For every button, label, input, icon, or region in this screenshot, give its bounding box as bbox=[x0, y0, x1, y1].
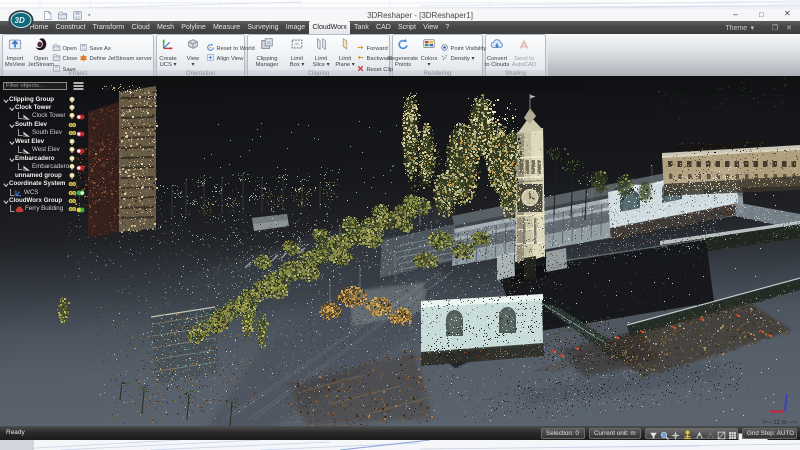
svg-text:⊢– 12 m –⊣: ⊢– 12 m –⊣ bbox=[763, 419, 797, 426]
svg-text:3D: 3D bbox=[15, 16, 25, 25]
